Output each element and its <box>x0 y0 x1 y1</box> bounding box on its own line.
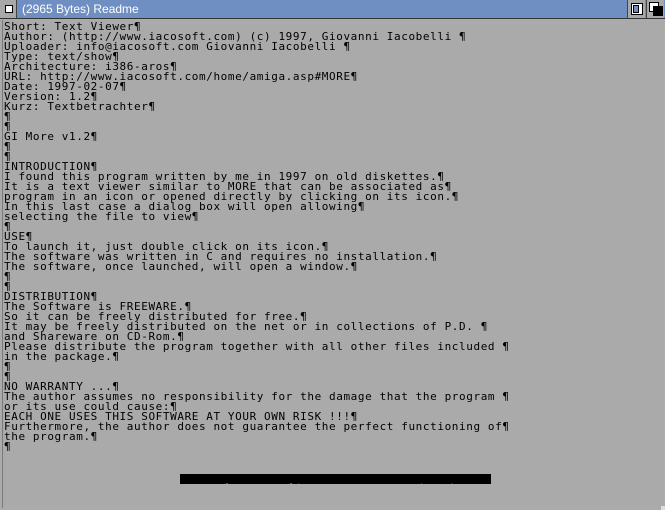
status-bar: col. 0 linea 43 / 95 ( 45%) <box>180 474 491 494</box>
text-line: ¶ <box>4 220 12 233</box>
text-line: selecting the file to view¶ <box>4 210 200 223</box>
text-line: The software, once launched, will open a… <box>4 260 358 273</box>
status-text: col. 0 linea 43 / 95 ( 45%) <box>205 483 457 494</box>
text-line: the program.¶ <box>4 430 98 443</box>
text-line: ¶ <box>4 440 12 453</box>
title-bar[interactable]: (2965 Bytes) Readme <box>0 0 665 19</box>
text-line: in the package.¶ <box>4 350 120 363</box>
zoom-icon[interactable] <box>627 0 645 18</box>
text-line: GI More v1.2¶ <box>4 130 98 143</box>
window-title: (2965 Bytes) Readme <box>22 2 139 16</box>
text-line: ¶ <box>4 270 12 283</box>
text-line: ¶ <box>4 140 12 153</box>
text-line: ¶ <box>4 360 12 373</box>
readme-window: (2965 Bytes) Readme Short: Text Viewer¶ A… <box>0 0 665 510</box>
text-line: Kurz: Textbetrachter¶ <box>4 100 156 113</box>
resize-handle-icon[interactable] <box>661 506 665 510</box>
document-text: Short: Text Viewer¶ Author: (http://www.i… <box>4 21 510 453</box>
text-view[interactable]: Short: Text Viewer¶ Author: (http://www.i… <box>2 20 663 508</box>
text-line: ¶ <box>4 110 12 123</box>
close-icon[interactable] <box>0 0 17 18</box>
depth-arrange-icon[interactable] <box>646 0 664 18</box>
